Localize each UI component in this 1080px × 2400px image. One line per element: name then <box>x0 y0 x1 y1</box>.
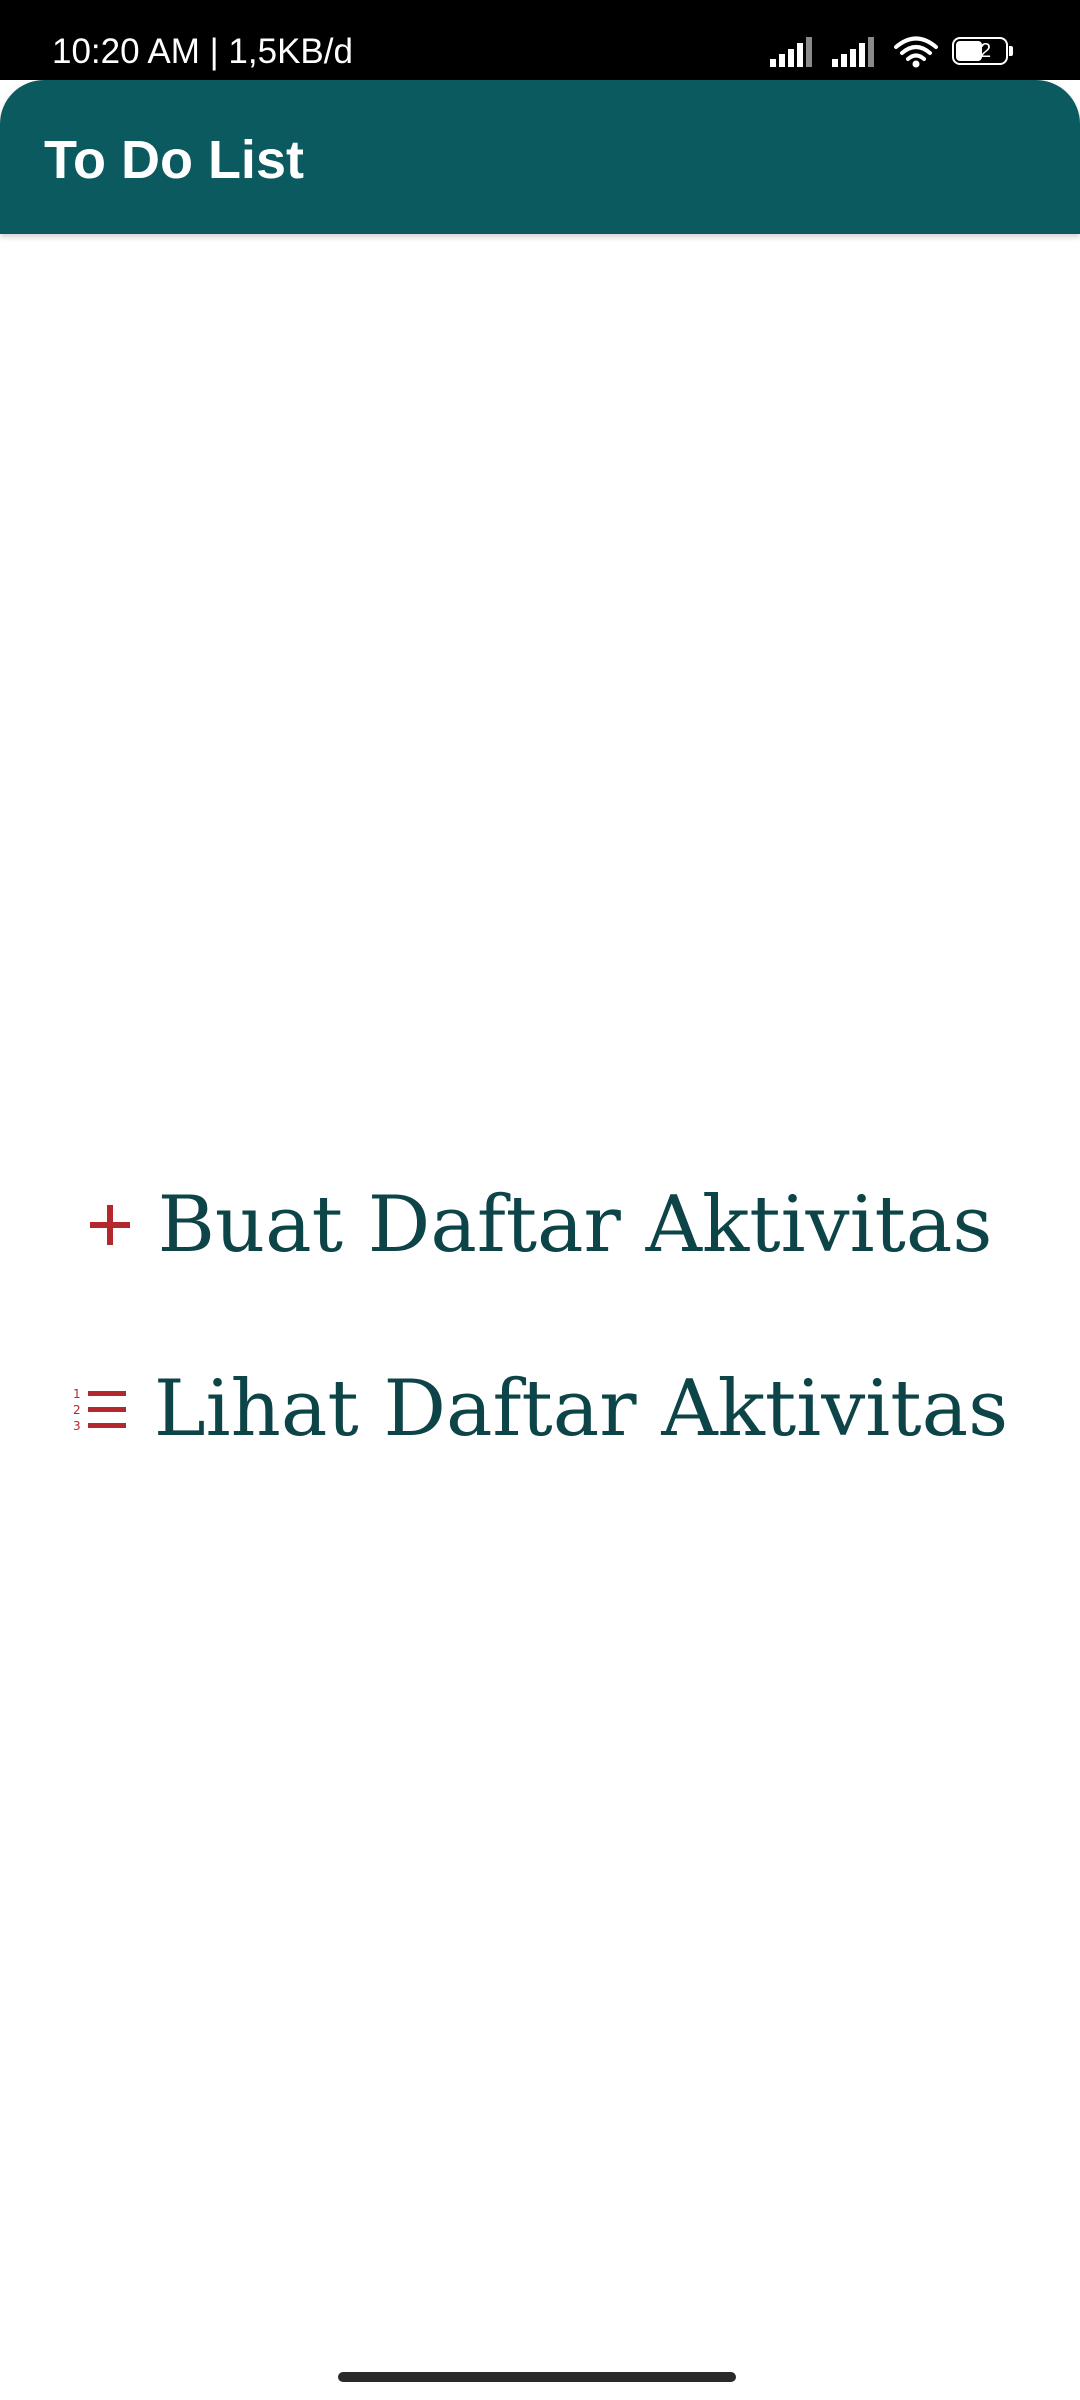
signal-icon <box>770 37 818 67</box>
wifi-icon <box>894 36 938 68</box>
status-bar: 10:20 AM | 1,5KB/d 52 <box>0 0 1080 80</box>
numbered-list-icon: 1 2 3 <box>72 1385 128 1433</box>
app-bar: To Do List <box>0 80 1080 234</box>
create-activity-list-button[interactable]: Buat Daftar Aktivitas <box>0 1160 1080 1290</box>
status-time: 10:20 AM | 1,5KB/d <box>52 32 353 71</box>
signal-icon <box>832 37 880 67</box>
battery-level: 52 <box>968 40 992 62</box>
app-screen: To Do List Buat Daftar Aktivitas 1 2 3 L… <box>0 80 1080 2400</box>
battery-icon: 52 <box>952 37 1014 67</box>
view-activity-list-button[interactable]: 1 2 3 Lihat Daftar Aktivitas <box>0 1344 1080 1474</box>
view-activity-list-label: Lihat Daftar Aktivitas <box>153 1364 1009 1454</box>
create-activity-list-label: Buat Daftar Aktivitas <box>157 1180 993 1270</box>
app-title: To Do List <box>44 130 304 190</box>
battery-tip <box>1009 46 1013 56</box>
status-icons: 52 <box>770 32 1014 72</box>
plus-icon <box>88 1203 132 1247</box>
home-indicator[interactable] <box>338 2372 736 2382</box>
svg-text:2: 2 <box>73 1403 81 1417</box>
svg-text:1: 1 <box>73 1387 81 1401</box>
svg-text:3: 3 <box>73 1419 81 1433</box>
